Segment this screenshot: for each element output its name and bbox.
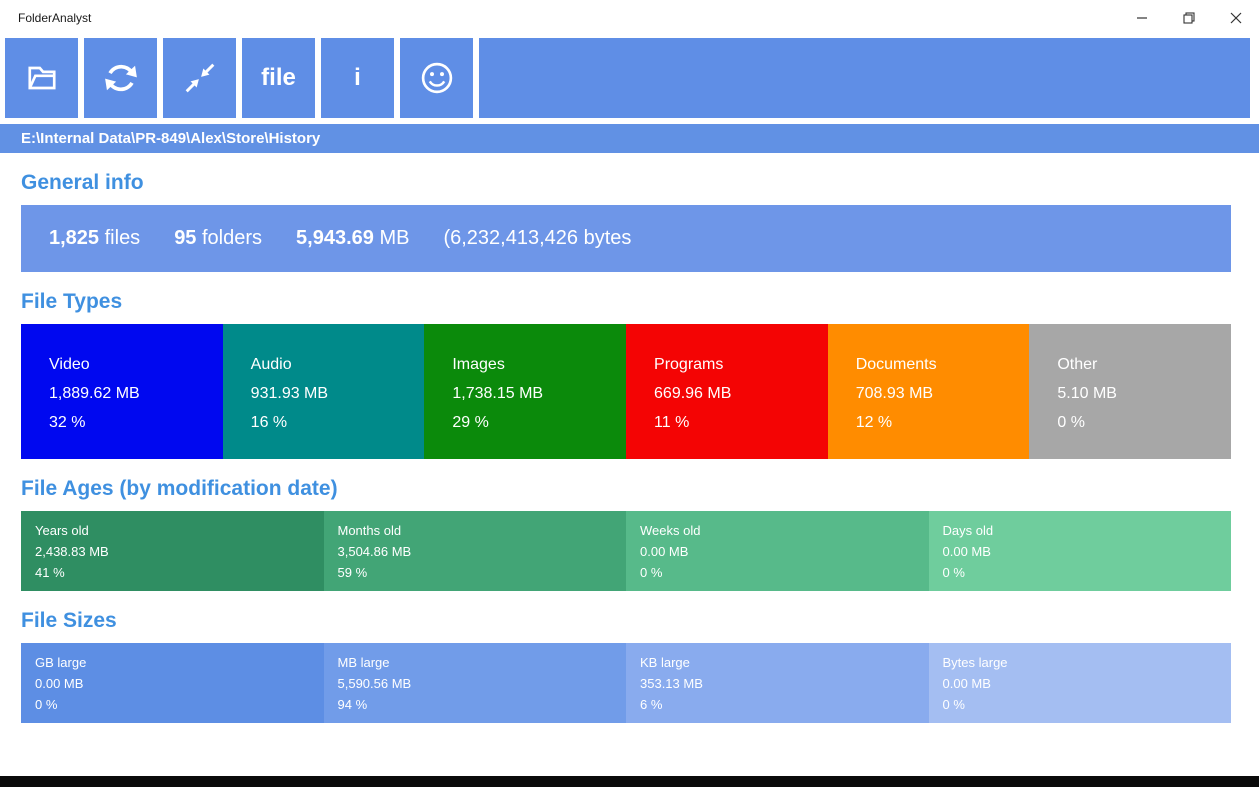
tile-percent: 0 %	[942, 565, 965, 580]
folder-icon	[27, 66, 56, 90]
tile-label: Weeks old	[640, 523, 701, 538]
tile-size: 0.00 MB	[35, 676, 84, 691]
file-button-label: file	[261, 64, 296, 91]
refresh-button[interactable]	[84, 38, 157, 118]
tile-size: 708.93 MB	[855, 385, 934, 402]
total-bytes: (6,232,413,426 bytes	[443, 227, 632, 249]
tile-size: 353.13 MB	[640, 676, 703, 691]
tile-percent: 0 %	[1057, 414, 1085, 431]
tile-percent: 11 %	[654, 414, 690, 431]
open-folder-button[interactable]	[5, 38, 78, 118]
file-age-tile-months[interactable]: Months old 3,504.86 MB 59 %	[323, 511, 626, 591]
collapse-button[interactable]	[163, 38, 236, 118]
minimize-icon	[1136, 17, 1147, 19]
file-age-tile-years[interactable]: Years old 2,438.83 MB 41 %	[21, 511, 324, 591]
file-type-tile-documents[interactable]: Documents 708.93 MB 12 %	[827, 324, 1030, 459]
bottom-black-bar	[0, 776, 1259, 787]
tile-percent: 12 %	[855, 414, 893, 431]
file-type-tile-other[interactable]: Other 5.10 MB 0 %	[1029, 324, 1232, 459]
window-title: FolderAnalyst	[18, 11, 92, 25]
file-age-tile-weeks[interactable]: Weeks old 0.00 MB 0 %	[626, 511, 929, 591]
refresh-icon	[104, 64, 137, 92]
tile-size: 5.10 MB	[1057, 385, 1117, 402]
restore-icon	[1182, 12, 1195, 24]
current-path: E:\Internal Data\PR-849\Alex\Store\Histo…	[21, 130, 321, 147]
tile-size: 0.00 MB	[942, 676, 991, 691]
file-type-tile-video[interactable]: Video 1,889.62 MB 32 %	[21, 324, 223, 459]
close-button[interactable]	[1212, 0, 1259, 36]
info-icon: i	[354, 64, 361, 91]
tile-percent: 0 %	[942, 697, 965, 712]
info-button[interactable]: i	[321, 38, 394, 118]
tile-size: 669.96 MB	[654, 385, 732, 402]
window-controls	[1118, 0, 1259, 36]
tile-percent: 59 %	[337, 565, 368, 580]
tile-label: Days old	[942, 523, 994, 538]
tile-size: 1,889.62 MB	[49, 385, 140, 402]
tile-label: Years old	[35, 523, 89, 538]
tile-label: GB large	[35, 655, 87, 670]
arrows-inward-icon	[185, 63, 214, 93]
section-heading-file-types: File Types	[21, 290, 123, 313]
file-size-tile-kb[interactable]: KB large 353.13 MB 6 %	[626, 643, 929, 723]
file-size-tile-bytes[interactable]: Bytes large 0.00 MB 0 %	[928, 643, 1231, 723]
file-type-tile-images[interactable]: Images 1,738.15 MB 29 %	[424, 324, 627, 459]
tile-percent: 6 %	[640, 697, 663, 712]
tile-label: KB large	[640, 655, 690, 670]
main-content: General info 1,825 files 95 folders 5,94…	[0, 171, 1259, 723]
file-types-row: Video 1,889.62 MB 32 % Audio 931.93 MB 1…	[21, 324, 1232, 459]
section-heading-file-sizes: File Sizes	[21, 609, 117, 632]
path-bar: E:\Internal Data\PR-849\Alex\Store\Histo…	[0, 124, 1259, 153]
tile-size: 5,590.56 MB	[337, 676, 412, 691]
toolbar: file i	[0, 38, 1259, 118]
file-sizes-row: GB large 0.00 MB 0 % MB large 5,590.56 M…	[21, 643, 1231, 723]
tile-size: 931.93 MB	[250, 385, 329, 402]
tile-percent: 0 %	[640, 565, 663, 580]
file-type-tile-audio[interactable]: Audio 931.93 MB 16 %	[222, 324, 425, 459]
tile-label: Months old	[337, 523, 402, 538]
tile-label: Images	[452, 356, 505, 373]
tile-size: 1,738.15 MB	[452, 385, 544, 402]
tile-percent: 32 %	[49, 414, 86, 431]
tile-percent: 41 %	[35, 565, 65, 580]
about-button[interactable]	[400, 38, 473, 118]
file-ages-row: Years old 2,438.83 MB 41 % Months old 3,…	[21, 511, 1231, 591]
tile-percent: 16 %	[250, 414, 288, 431]
close-icon	[1230, 12, 1241, 24]
total-size: 5,943.69 MB	[296, 227, 410, 249]
tile-label: Other	[1057, 356, 1098, 373]
tile-size: 2,438.83 MB	[35, 544, 109, 559]
file-size-tile-mb[interactable]: MB large 5,590.56 MB 94 %	[323, 643, 626, 723]
smiley-icon	[421, 62, 452, 94]
file-size-tile-gb[interactable]: GB large 0.00 MB 0 %	[21, 643, 324, 723]
files-count: 1,825 files	[49, 227, 141, 249]
tile-label: Programs	[654, 356, 724, 373]
tile-label: Video	[49, 356, 90, 373]
general-info-banner: 1,825 files 95 folders 5,943.69 MB (6,23…	[21, 205, 1231, 272]
tile-percent: 29 %	[452, 414, 489, 431]
tile-size: 0.00 MB	[942, 544, 991, 559]
minimize-button[interactable]	[1118, 0, 1165, 36]
tile-label: Documents	[855, 356, 937, 373]
tile-label: MB large	[337, 655, 390, 670]
tile-size: 0.00 MB	[640, 544, 689, 559]
tile-percent: 94 %	[337, 697, 368, 712]
file-button[interactable]: file	[242, 38, 315, 118]
section-heading-file-ages: File Ages (by modification date)	[21, 477, 338, 500]
file-age-tile-days[interactable]: Days old 0.00 MB 0 %	[928, 511, 1231, 591]
tile-size: 3,504.86 MB	[337, 544, 412, 559]
tile-label: Audio	[250, 356, 292, 373]
folders-count: 95 folders	[174, 227, 263, 249]
restore-button[interactable]	[1165, 0, 1212, 36]
tile-label: Bytes large	[942, 655, 1008, 670]
section-heading-general-info: General info	[21, 171, 144, 194]
toolbar-filler	[479, 38, 1250, 118]
tile-percent: 0 %	[35, 697, 58, 712]
file-type-tile-programs[interactable]: Programs 669.96 MB 11 %	[626, 324, 828, 459]
titlebar: FolderAnalyst	[0, 0, 1259, 36]
